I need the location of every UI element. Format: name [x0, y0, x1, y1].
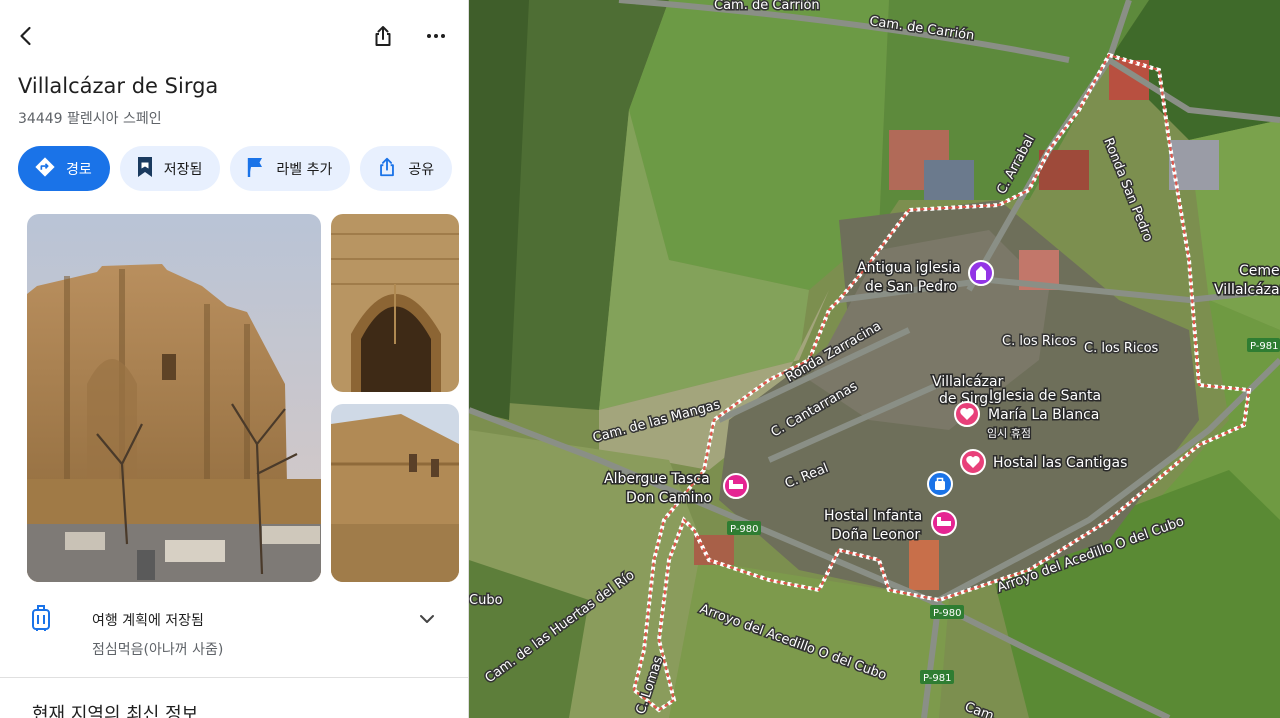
back-arrow-icon[interactable] — [8, 18, 44, 54]
add-label-label: 라벨 추가 — [276, 161, 333, 178]
place-title: Villalcázar de Sirga — [18, 74, 219, 98]
place-panel: Villalcázar de Sirga 34449 팔렌시아 스페인 경로 저… — [0, 0, 469, 718]
satellite-map[interactable]: Cam. de Carrión Cam. de Carrión C. Arrab… — [469, 0, 1280, 718]
share-label: 공유 — [408, 161, 435, 178]
flag-icon — [246, 156, 266, 182]
poi-label: Hostal las Cantigas — [993, 455, 1127, 471]
divider — [0, 677, 468, 678]
road-shield: P-981 — [1247, 338, 1280, 352]
share-icon[interactable] — [365, 18, 401, 54]
shopping-bag-icon[interactable] — [927, 471, 953, 497]
road-shield: P-980 — [930, 605, 964, 619]
directions-icon — [34, 156, 56, 182]
svg-text:P-981: P-981 — [923, 673, 952, 684]
place-address: 34449 팔렌시아 스페인 — [18, 111, 162, 127]
luggage-icon — [30, 604, 52, 636]
hotel-icon[interactable] — [723, 473, 749, 499]
street-label: Cubo — [469, 593, 503, 608]
hotel-icon[interactable] — [931, 510, 957, 536]
street-label: Cam. de Carrión — [714, 0, 820, 13]
photo-gallery — [27, 214, 459, 582]
top-bar — [0, 18, 468, 58]
more-vert-icon[interactable] — [418, 18, 454, 54]
share-chip-icon — [376, 156, 398, 182]
add-label-button[interactable]: 라벨 추가 — [230, 146, 351, 191]
church-side-photo[interactable] — [331, 404, 459, 582]
action-chips: 경로 저장됨 라벨 추가 공유 — [18, 146, 453, 191]
section-heading: 현재 지역의 최신 정보 — [32, 704, 199, 718]
bookmark-icon — [136, 156, 154, 182]
street-label: C. los Ricos — [1002, 334, 1077, 349]
directions-button[interactable]: 경로 — [18, 146, 110, 191]
saved-label: 저장됨 — [163, 161, 203, 178]
chevron-down-icon[interactable] — [418, 610, 436, 632]
heart-icon[interactable] — [954, 401, 980, 427]
directions-label: 경로 — [66, 161, 92, 178]
closed-status: 임시 휴점 — [987, 427, 1031, 440]
saved-button[interactable]: 저장됨 — [119, 146, 221, 191]
map-canvas[interactable]: Cam. de Carrión Cam. de Carrión C. Arrab… — [469, 0, 1280, 718]
road-shield: P-980 — [727, 521, 761, 535]
road-shield: P-981 — [920, 670, 954, 684]
svg-text:P-980: P-980 — [933, 608, 962, 619]
heart-icon[interactable] — [960, 449, 986, 475]
svg-text:P-981: P-981 — [1250, 341, 1279, 352]
church-photo-main[interactable] — [27, 214, 321, 582]
share-button[interactable]: 공유 — [360, 146, 453, 191]
church-portal-photo[interactable] — [331, 214, 459, 392]
trip-plan-row[interactable]: 여행 계획에 저장됨 점심먹음(아나꺼 사줌) — [0, 594, 468, 668]
trip-subtitle: 점심먹음(아나꺼 사줌) — [92, 642, 224, 658]
church-icon[interactable] — [968, 260, 994, 286]
svg-text:P-980: P-980 — [730, 524, 759, 535]
trip-title: 여행 계획에 저장됨 — [92, 613, 204, 629]
street-label: C. los Ricos — [1084, 341, 1159, 356]
